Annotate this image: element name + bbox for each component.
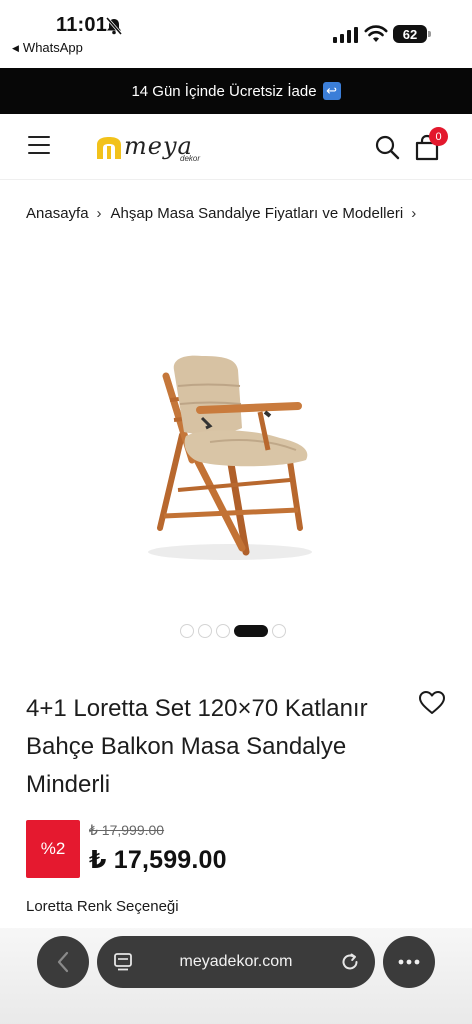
url-text: meyadekor.com [179,953,293,970]
logo-subtext: dekor [180,154,201,163]
back-to-app-link[interactable]: ◀ WhatsApp [12,40,83,55]
site-logo[interactable]: meya dekor [96,128,216,168]
old-price: ₺ 17,999.00 [89,822,165,838]
color-option-label: Loretta Renk Seçeneği [26,898,179,915]
back-triangle-icon: ◀ [12,43,19,53]
breadcrumb-home[interactable]: Anasayfa [26,205,89,222]
gallery-pagination [180,624,286,638]
bell-off-icon [105,17,123,35]
ellipsis-icon [398,959,420,965]
hamburger-menu-icon[interactable] [28,136,50,154]
address-bar[interactable]: meyadekor.com [97,936,375,988]
gallery-dot[interactable] [180,624,194,638]
wifi-icon [364,25,388,42]
cart-button[interactable]: 0 [413,127,448,162]
gallery-dot[interactable] [272,624,286,638]
promo-banner[interactable]: 14 Gün İçinde Ücretsiz İade ↩ [0,68,472,114]
product-image[interactable] [120,340,340,570]
chevron-right-icon: › [96,205,102,222]
return-arrow-icon: ↩ [322,82,341,100]
chevron-left-icon [57,951,69,973]
page-menu-icon[interactable] [113,952,133,972]
browser-back-button[interactable] [37,936,89,988]
search-icon[interactable] [374,134,400,160]
reload-icon[interactable] [339,951,361,973]
breadcrumb-category[interactable]: Ahşap Masa Sandalye Fiyatları ve Modelle… [111,205,404,222]
discount-badge: %2 [26,820,80,878]
back-app-label: WhatsApp [22,40,83,55]
product-title: 4+1 Loretta Set 120×70 Katlanır Bahçe Ba… [26,695,368,798]
promo-text: 14 Gün İçinde Ücretsiz İade [131,82,317,100]
battery-indicator: 62 [393,25,431,43]
gallery-dot-active[interactable] [234,625,268,637]
current-price: ₺ 17,599.00 [89,846,227,874]
breadcrumb: Anasayfa › Ahşap Masa Sandalye Fiyatları… [26,205,425,222]
gallery-dot[interactable] [216,624,230,638]
gallery-dot[interactable] [198,624,212,638]
chevron-right-icon: › [411,205,417,222]
cellular-signal-icon [333,27,358,43]
status-time: 11:01 [56,14,108,36]
heart-icon[interactable] [418,690,446,716]
cart-count-badge: 0 [429,127,448,146]
more-options-button[interactable] [383,936,435,988]
logo-mark-icon [97,137,121,159]
status-bar: 11:01 ◀ WhatsApp 62 [0,0,472,66]
site-header: meya dekor 0 [0,114,472,180]
